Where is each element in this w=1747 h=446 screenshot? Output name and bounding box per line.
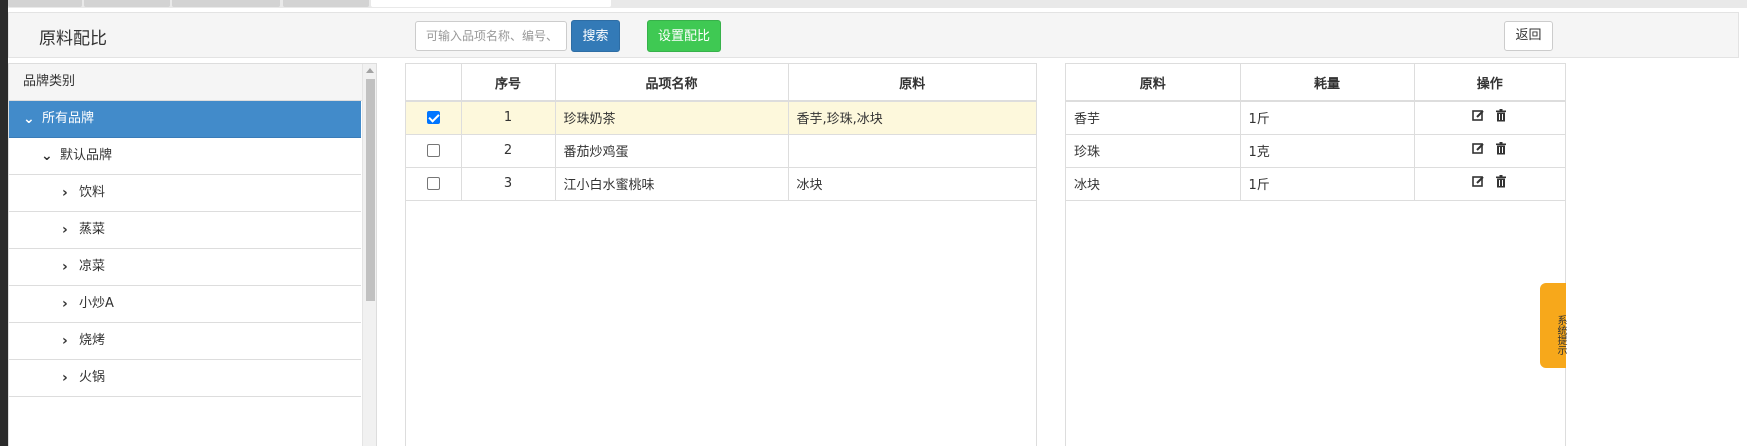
brand-category-tree: 品牌类别 ⌄ 所有品牌 ⌄ 默认品牌 › 饮料 › 蒸菜 › 凉菜 › 小炒A …	[8, 63, 377, 446]
tree-header: 品牌类别	[9, 64, 376, 101]
column-header-no: 序号	[461, 64, 556, 102]
edit-icon[interactable]	[1472, 109, 1485, 122]
row-checkbox[interactable]	[426, 144, 440, 157]
column-header-actions: 操作	[1414, 64, 1565, 102]
tab-2[interactable]	[84, 0, 170, 7]
row-checkbox[interactable]	[426, 111, 440, 125]
row-no: 2	[461, 134, 556, 168]
tab-4[interactable]	[283, 0, 369, 7]
materials-table: 原料 耗量 操作 香芋 1斤 珍珠 1克 冰块 1斤	[1065, 63, 1566, 446]
table-row: 珍珠 1克	[1066, 134, 1565, 168]
edit-icon[interactable]	[1472, 175, 1485, 188]
row-materials: 香芋,珍珠,冰块	[788, 101, 1036, 135]
left-edge-strip	[0, 0, 8, 446]
table-row: 冰块 1斤	[1066, 167, 1565, 201]
row-name: 番茄炒鸡蛋	[555, 134, 789, 168]
trash-icon[interactable]	[1495, 175, 1507, 188]
row-amount: 1斤	[1240, 101, 1415, 135]
column-header-material: 原料	[1066, 64, 1241, 102]
tree-node-label: 火锅	[79, 370, 106, 385]
tree-node-category[interactable]: › 饮料	[9, 175, 361, 212]
tree-node-label: 小炒A	[79, 296, 114, 311]
row-no: 3	[461, 167, 556, 201]
chevron-right-icon: ›	[62, 370, 68, 386]
scrollbar-thumb[interactable]	[366, 79, 375, 301]
row-materials	[788, 134, 1036, 168]
tree-node-label: 烧烤	[79, 333, 106, 348]
tree-node-label: 默认品牌	[60, 148, 113, 163]
table-row: 香芋 1斤	[1066, 101, 1565, 135]
table-row[interactable]: 2 番茄炒鸡蛋	[406, 134, 1036, 168]
row-material: 香芋	[1066, 101, 1241, 135]
row-name: 江小白水蜜桃味	[555, 167, 789, 201]
tab-active[interactable]	[371, 0, 611, 7]
search-input[interactable]	[415, 21, 567, 51]
tree-node-all-brands[interactable]: ⌄ 所有品牌	[9, 101, 361, 138]
scroll-up-arrow-icon[interactable]	[366, 68, 374, 73]
tree-scrollbar[interactable]	[362, 64, 376, 446]
tab-strip	[8, 0, 1747, 8]
tree-node-label: 蒸菜	[79, 222, 106, 237]
row-name: 珍珠奶茶	[555, 101, 789, 135]
row-no: 1	[461, 101, 556, 135]
row-material: 冰块	[1066, 167, 1241, 201]
chevron-right-icon: ›	[62, 185, 68, 201]
trash-icon[interactable]	[1495, 109, 1507, 122]
chevron-right-icon: ›	[62, 296, 68, 312]
set-ratio-button[interactable]: 设置配比	[647, 20, 721, 52]
tree-node-category[interactable]: › 凉菜	[9, 249, 361, 286]
tree-node-label: 饮料	[79, 185, 106, 200]
tree-node-label: 所有品牌	[42, 111, 95, 126]
row-checkbox[interactable]	[426, 177, 440, 190]
tree-node-category[interactable]: › 小炒A	[9, 286, 361, 323]
tree-node-category[interactable]: › 火锅	[9, 360, 361, 397]
table-row[interactable]: 3 江小白水蜜桃味 冰块	[406, 167, 1036, 201]
search-button[interactable]: 搜索	[571, 20, 620, 52]
system-tip-tab[interactable]: 系统提示	[1540, 283, 1566, 368]
table-row[interactable]: 1 珍珠奶茶 香芋,珍珠,冰块	[406, 101, 1036, 135]
row-materials: 冰块	[788, 167, 1036, 201]
tree-node-category[interactable]: › 烧烤	[9, 323, 361, 360]
tab-1[interactable]	[8, 0, 82, 7]
tree-node-label: 凉菜	[79, 259, 106, 274]
column-header-materials: 原料	[788, 64, 1036, 102]
select-column-header	[406, 64, 462, 102]
column-header-amount: 耗量	[1240, 64, 1415, 102]
chevron-right-icon: ›	[62, 333, 68, 349]
edit-icon[interactable]	[1472, 142, 1485, 155]
row-amount: 1斤	[1240, 167, 1415, 201]
tab-3[interactable]	[172, 0, 280, 7]
items-table: 序号 品项名称 原料 1 珍珠奶茶 香芋,珍珠,冰块 2 番茄炒鸡蛋 3 江小白	[405, 63, 1037, 446]
chevron-down-icon: ⌄	[41, 148, 53, 164]
toolbar: 原料配比 搜索 设置配比 返回	[8, 12, 1739, 58]
row-material: 珍珠	[1066, 134, 1241, 168]
back-button[interactable]: 返回	[1504, 21, 1553, 51]
page-title: 原料配比	[39, 29, 107, 49]
tree-node-category[interactable]: › 蒸菜	[9, 212, 361, 249]
chevron-down-icon: ⌄	[23, 111, 35, 127]
row-amount: 1克	[1240, 134, 1415, 168]
column-header-name: 品项名称	[555, 64, 789, 102]
tree-node-default-brand[interactable]: ⌄ 默认品牌	[9, 138, 361, 175]
chevron-right-icon: ›	[62, 222, 68, 238]
trash-icon[interactable]	[1495, 142, 1507, 155]
chevron-right-icon: ›	[62, 259, 68, 275]
